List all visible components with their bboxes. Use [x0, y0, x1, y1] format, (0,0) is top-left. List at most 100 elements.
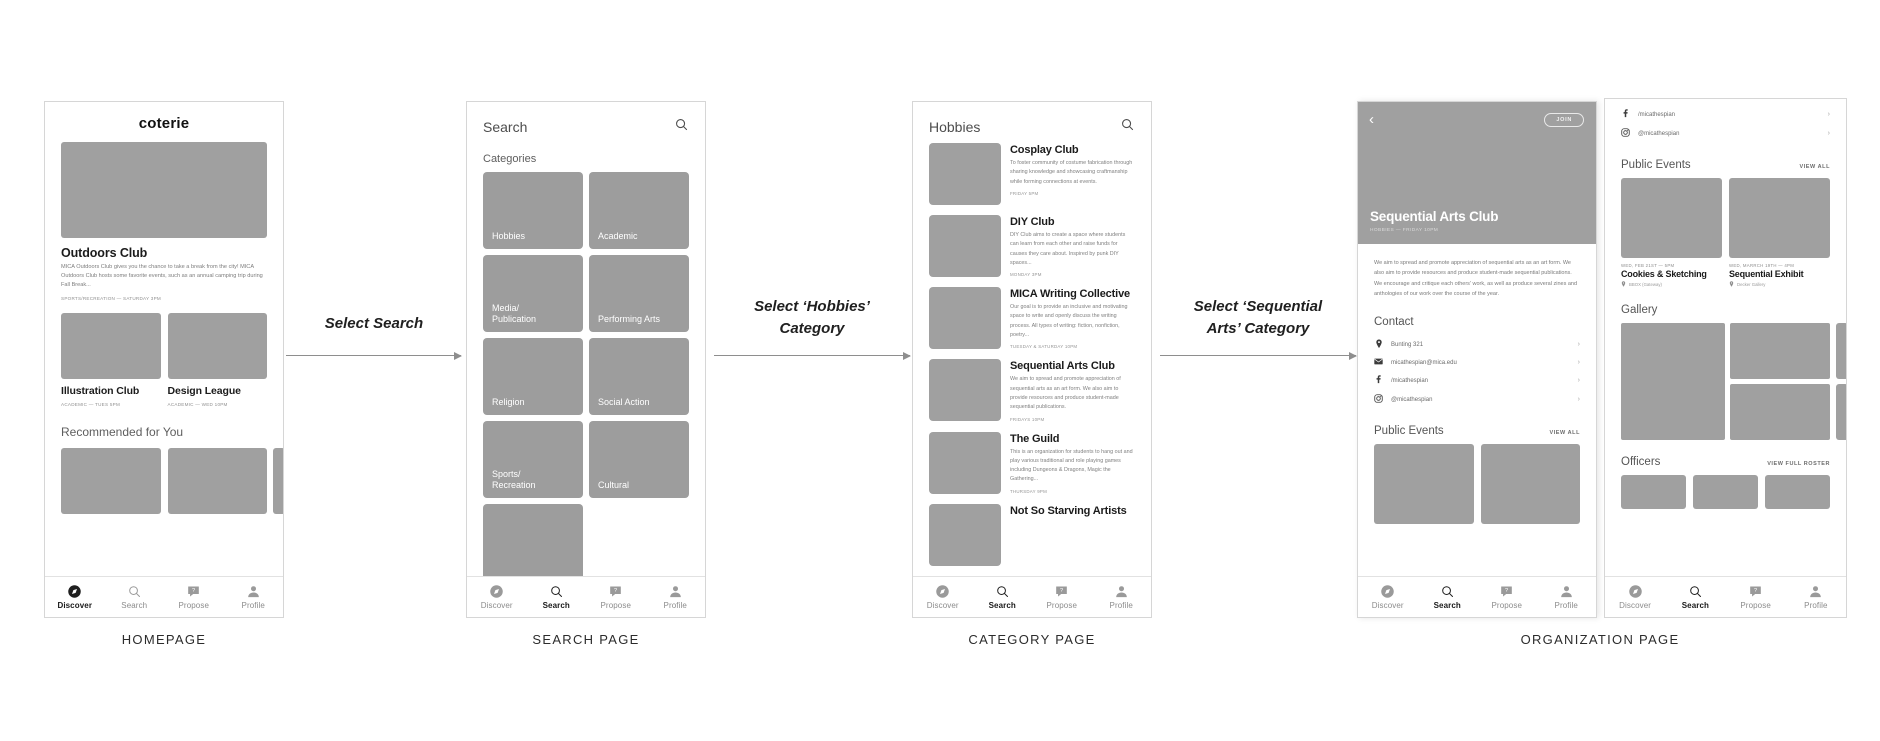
recommended-card[interactable] [167, 447, 267, 514]
contact-row-location[interactable]: Bunting 321 › [1374, 335, 1580, 355]
tab-profile[interactable]: Profile [1537, 584, 1597, 610]
events-grid: WED, FEB 21ST — 5PM Cookies & Sketching … [1621, 178, 1830, 288]
event-image [1729, 178, 1830, 258]
tab-search[interactable]: Search [973, 584, 1033, 610]
tab-propose[interactable]: ? Propose [586, 584, 646, 610]
tab-profile-label: Profile [1109, 601, 1133, 610]
officer-card[interactable] [1621, 475, 1686, 509]
organization-page-screen: ‹ JOIN Sequential Arts Club HOBBIES — FR… [1358, 102, 1596, 617]
category-tile-label: Hobbies [492, 231, 526, 242]
event-name: Cookies & Sketching [1621, 269, 1707, 279]
organization-page-scroll[interactable]: ‹ JOIN Sequential Arts Club HOBBIES — FR… [1358, 102, 1596, 577]
search-page-scroll[interactable]: Search Categories Hobbies Academic Media… [467, 102, 705, 577]
contact-text: @micathespian [1391, 396, 1433, 403]
contact-row-instagram[interactable]: @micathespian › [1374, 390, 1580, 409]
flow-label-select-search: Select Search [324, 315, 424, 332]
category-tile-performing-arts[interactable]: Performing Arts [589, 255, 689, 332]
view-all-link[interactable]: VIEW ALL [1550, 430, 1580, 436]
tab-profile[interactable]: Profile [1786, 584, 1846, 610]
search-page-title: Search [483, 119, 528, 135]
gallery-image[interactable] [1621, 323, 1725, 440]
recommended-card-peek[interactable] [273, 447, 283, 514]
tabbar-category-page: Discover Search ? Propose Profile [913, 576, 1151, 617]
tab-profile-label: Profile [1554, 601, 1578, 610]
category-page-scroll[interactable]: Hobbies Cosplay Club To foster community… [913, 102, 1151, 577]
flow-diagram-canvas: coterie Outdoors Club MICA Outdoors Club… [0, 0, 1880, 741]
officer-card[interactable] [1693, 475, 1758, 509]
gallery-image[interactable] [1730, 323, 1830, 379]
search-icon[interactable] [674, 117, 689, 137]
tab-propose[interactable]: ? Propose [1032, 584, 1092, 610]
tab-propose[interactable]: ? Propose [164, 584, 224, 610]
tab-propose[interactable]: ? Propose [1726, 584, 1786, 610]
event-date: WED, FEB 21ST — 5PM [1621, 263, 1675, 268]
location-pin-icon [1621, 281, 1626, 288]
tab-search-label: Search [1433, 601, 1461, 610]
tab-discover[interactable]: Discover [1605, 584, 1665, 610]
tab-discover-label: Discover [57, 601, 93, 610]
category-tile-hobbies[interactable]: Hobbies [483, 172, 583, 249]
category-tile-social-action[interactable]: Social Action [589, 338, 689, 415]
contact-text: /micathespian [1638, 111, 1676, 118]
tab-discover[interactable]: Discover [467, 584, 527, 610]
tab-discover-label: Discover [1619, 601, 1652, 610]
search-icon [549, 584, 564, 599]
contact-row-instagram[interactable]: @micathespian › [1621, 124, 1830, 143]
tab-discover[interactable]: Discover [45, 584, 105, 610]
contact-row-facebook[interactable]: /micathespian › [1621, 105, 1830, 124]
club-list-item[interactable]: The Guild This is an organization for st… [929, 431, 1135, 494]
view-all-link[interactable]: VIEW ALL [1800, 164, 1830, 170]
person-icon [668, 584, 683, 599]
event-card[interactable] [1374, 444, 1474, 525]
recommended-card[interactable] [61, 447, 161, 514]
tab-profile[interactable]: Profile [224, 584, 284, 610]
join-button[interactable]: JOIN [1544, 113, 1584, 127]
search-icon[interactable] [1120, 117, 1135, 137]
tab-profile[interactable]: Profile [1092, 584, 1152, 610]
club-card[interactable]: Design League ACADEMIC — WED 10PM [167, 312, 267, 407]
category-tile-sports-recreation[interactable]: Sports/ Recreation [483, 421, 583, 498]
category-tile-religion[interactable]: Religion [483, 338, 583, 415]
public-events-heading: Public Events [1374, 425, 1444, 438]
club-card-title: Design League [167, 384, 241, 397]
club-list-item[interactable]: Sequential Arts Club We aim to spread an… [929, 359, 1135, 422]
category-tile-next[interactable] [483, 504, 583, 577]
club-list-item[interactable]: Cosplay Club To foster community of cost… [929, 143, 1135, 205]
club-card-row: Illustration Club ACADEMIC — TUES 5PM De… [61, 312, 267, 407]
contact-row-email[interactable]: micathespian@mica.edu › [1374, 354, 1580, 371]
gallery-image[interactable] [1730, 384, 1830, 440]
flow-arrow-2 [714, 351, 911, 360]
tab-search[interactable]: Search [1665, 584, 1725, 610]
club-list-item[interactable]: MICA Writing Collective Our goal is to p… [929, 287, 1135, 349]
tab-discover[interactable]: Discover [913, 584, 973, 610]
event-card[interactable]: WED, FEB 21ST — 5PM Cookies & Sketching … [1621, 178, 1722, 288]
club-list-item[interactable]: Not So Starving Artists [929, 503, 1135, 566]
featured-club-image[interactable] [61, 142, 267, 238]
club-card[interactable]: Illustration Club ACADEMIC — TUES 5PM [61, 312, 161, 407]
event-card[interactable]: WED, MARRCH 19TH — 4PM Sequential Exhibi… [1729, 178, 1830, 288]
category-tile-academic[interactable]: Academic [589, 172, 689, 249]
contact-text: Bunting 321 [1391, 341, 1424, 348]
person-icon [1114, 584, 1129, 599]
recommended-heading: Recommended for You [61, 424, 184, 439]
chevron-left-icon[interactable]: ‹ [1369, 112, 1374, 127]
tab-propose-label: Propose [178, 601, 209, 610]
event-card[interactable] [1480, 444, 1580, 525]
category-tile-cultural[interactable]: Cultural [589, 421, 689, 498]
category-tile-media-publication[interactable]: Media/ Publication [483, 255, 583, 332]
tab-propose[interactable]: ? Propose [1477, 584, 1537, 610]
tab-search[interactable]: Search [527, 584, 587, 610]
view-full-roster-link[interactable]: VIEW FULL ROSTER [1767, 461, 1830, 467]
homepage-scroll[interactable]: coterie Outdoors Club MICA Outdoors Club… [45, 102, 283, 577]
gallery-image-peek[interactable] [1836, 323, 1846, 379]
gallery-image-peek[interactable] [1836, 384, 1846, 440]
tab-search[interactable]: Search [105, 584, 165, 610]
contact-row-facebook[interactable]: /micathespian › [1374, 371, 1580, 390]
officer-card[interactable] [1765, 475, 1830, 509]
tab-search[interactable]: Search [1418, 584, 1478, 610]
club-list-item[interactable]: DIY Club DIY Club aims to create a space… [929, 215, 1135, 277]
organization-scrolled-scroll[interactable]: /micathespian › @micathespian › Public E… [1605, 99, 1846, 577]
club-meta: MONDAY 3PM [1010, 272, 1042, 278]
tab-profile[interactable]: Profile [646, 584, 706, 610]
tab-discover[interactable]: Discover [1358, 584, 1418, 610]
